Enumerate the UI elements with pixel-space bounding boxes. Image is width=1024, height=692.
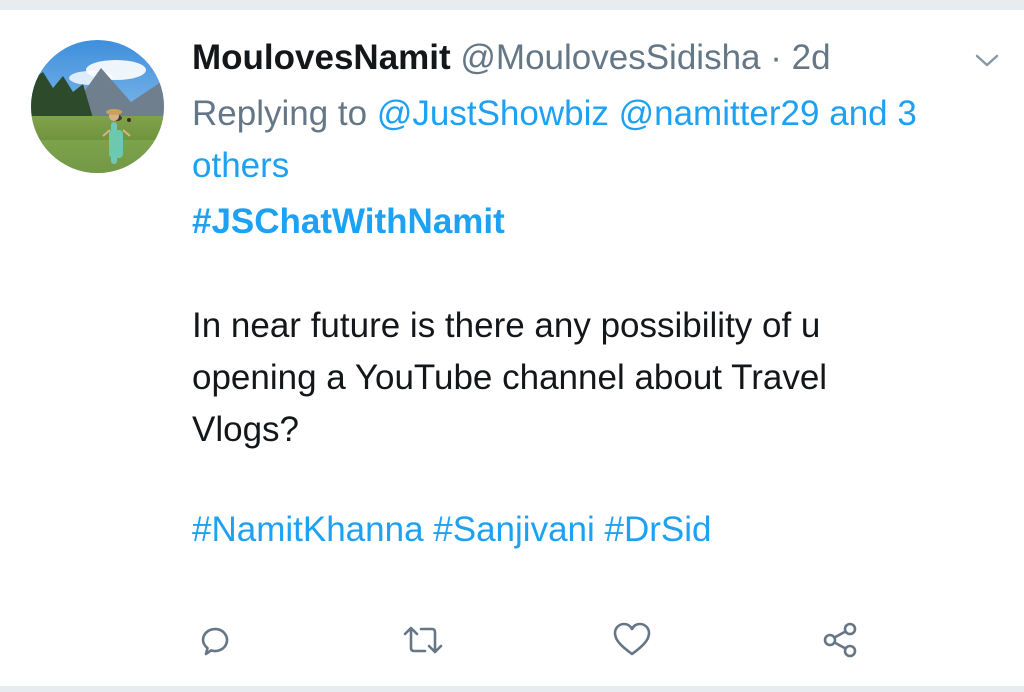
timestamp[interactable]: 2d [792,38,831,77]
bottom-divider [0,686,1024,692]
reply-button[interactable] [193,618,237,662]
hashtag-list: #NamitKhanna #Sanjivani #DrSid [192,504,712,556]
reply-and[interactable]: and [829,94,887,133]
heart-icon [611,620,653,660]
retweet-icon [401,620,445,660]
mention-link[interactable]: @namitter29 [619,94,820,133]
retweet-button[interactable] [401,618,445,662]
mention-link[interactable]: @JustShowbiz [377,94,609,133]
hashtag-heading[interactable]: #JSChatWithNamit [192,196,505,248]
chevron-down-icon[interactable] [972,48,1002,72]
separator: · [770,38,782,77]
share-icon [819,619,861,661]
hashtag-link[interactable]: #DrSid [605,510,712,549]
replying-label: Replying to [192,94,368,133]
reply-icon [195,620,235,660]
like-button[interactable] [610,618,654,662]
share-button[interactable] [818,618,862,662]
display-name[interactable]: MoulovesNamit [192,38,451,77]
top-divider [0,0,1024,10]
hashtag-link[interactable]: #Sanjivani [433,510,595,549]
tweet-header: MoulovesNamit @MoulovesSidisha · 2d [192,36,831,80]
replying-to: Replying to @JustShowbiz @namitter29 and… [192,88,1002,192]
avatar[interactable] [31,40,164,173]
tweet-body: In near future is there any possibility … [192,306,828,449]
hashtag-link[interactable]: #NamitKhanna [192,510,424,549]
tweet-screen: MoulovesNamit @MoulovesSidisha · 2d Repl… [0,0,1024,692]
handle[interactable]: @MoulovesSidisha [460,38,760,77]
